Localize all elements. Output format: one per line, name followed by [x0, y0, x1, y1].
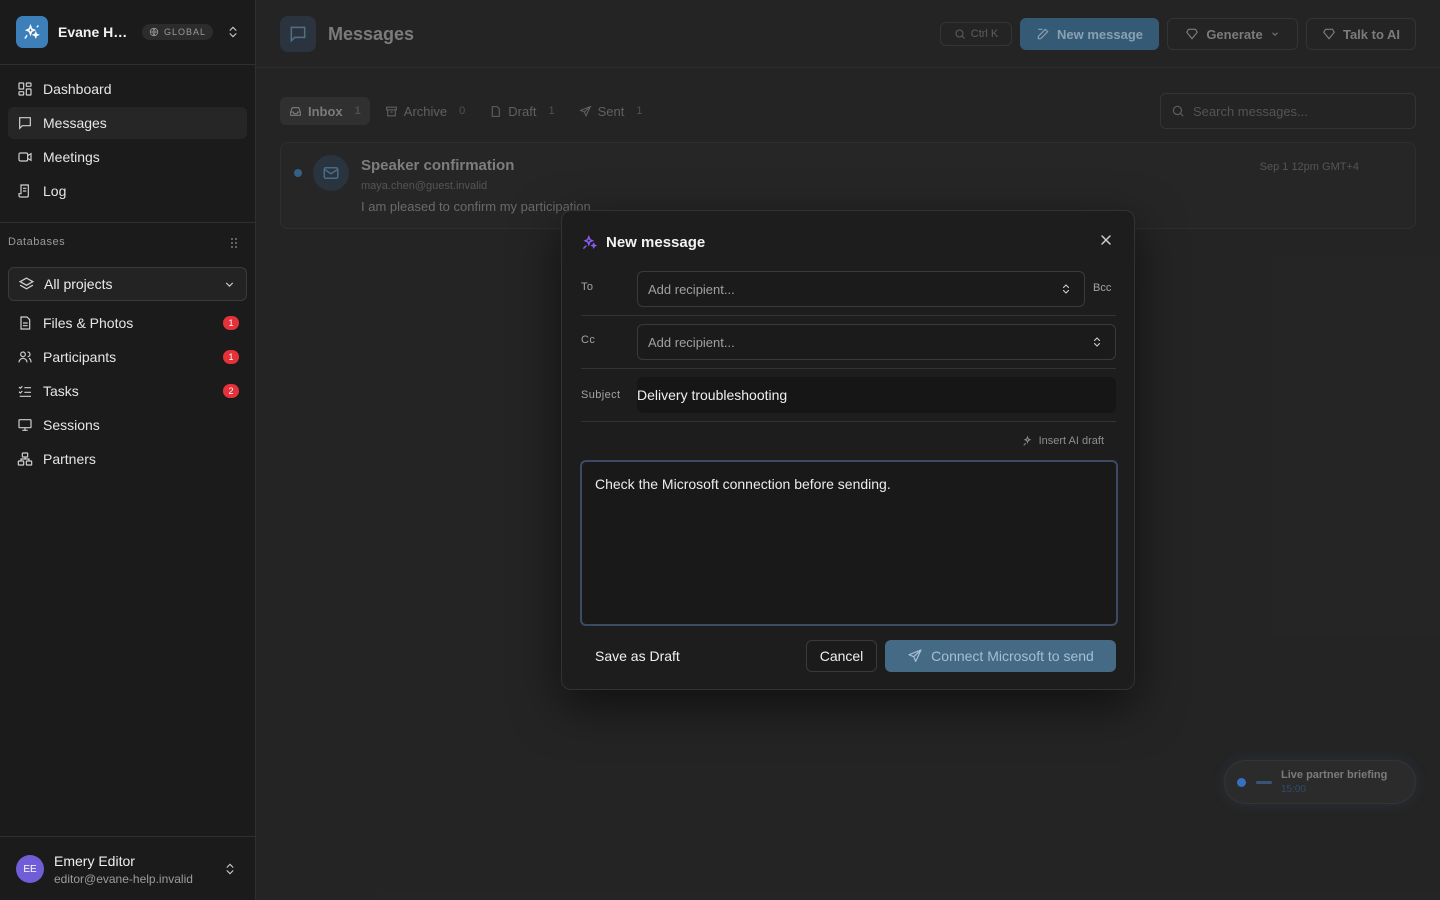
field-divider — [581, 315, 1116, 316]
dialog-title: New message — [606, 234, 706, 251]
db-item-label: Partners — [43, 451, 96, 467]
field-divider — [581, 421, 1116, 422]
cc-placeholder: Add recipient... — [648, 334, 735, 350]
db-item-label: Participants — [43, 349, 117, 365]
cancel-label: Cancel — [819, 648, 864, 664]
nav-log[interactable]: Log — [8, 175, 247, 207]
nav-dashboard-label: Dashboard — [43, 81, 112, 97]
video-icon — [16, 148, 34, 166]
layers-icon — [18, 276, 35, 289]
message-icon — [16, 114, 34, 132]
cancel-button[interactable]: Cancel — [806, 640, 877, 672]
to-label: To — [581, 281, 594, 293]
sidebar-divider — [0, 64, 255, 65]
save-as-draft-button[interactable]: Save as Draft — [581, 640, 694, 672]
chevron-down-icon — [225, 282, 234, 287]
nav-log-label: Log — [43, 183, 67, 199]
workspace-switcher[interactable]: Evane Help Desk GLOBAL — [16, 16, 248, 48]
sparkle-icon — [1023, 435, 1031, 446]
sidebar: Evane Help Desk GLOBAL Dashboard Message… — [0, 0, 256, 900]
subject-input[interactable]: Delivery troubleshooting — [637, 377, 1116, 413]
workspace-name: Evane Help Desk — [58, 24, 134, 40]
sidebar-divider — [0, 222, 255, 223]
count-badge: 1 — [223, 350, 239, 364]
network-icon — [16, 450, 34, 468]
subject-label: Subject — [581, 389, 621, 401]
db-item-participants[interactable]: Participants 1 — [8, 341, 247, 373]
nav-dashboard[interactable]: Dashboard — [8, 73, 247, 105]
tasks-icon — [16, 382, 34, 400]
nav-meetings[interactable]: Meetings — [8, 141, 247, 173]
project-selector-label: All projects — [44, 276, 113, 292]
insert-ai-draft-label: Insert AI draft — [1038, 435, 1104, 447]
sparkle-icon — [583, 234, 598, 249]
nav-messages-label: Messages — [43, 115, 107, 131]
save-as-draft-label: Save as Draft — [595, 648, 680, 664]
user-name: Emery Editor — [54, 853, 135, 869]
db-item-tasks[interactable]: Tasks 2 — [8, 375, 247, 407]
db-item-sessions[interactable]: Sessions — [8, 409, 247, 441]
cc-label: Cc — [581, 334, 596, 346]
cc-recipient-select[interactable]: Add recipient... — [637, 324, 1116, 360]
databases-label: Databases — [8, 236, 66, 248]
field-divider — [581, 368, 1116, 369]
close-icon[interactable] — [1098, 232, 1114, 248]
bcc-toggle[interactable]: Bcc — [1093, 282, 1111, 294]
drag-handle-icon[interactable] — [229, 237, 239, 249]
nav-messages[interactable]: Messages — [8, 107, 247, 139]
connect-microsoft-send-button[interactable]: Connect Microsoft to send — [885, 640, 1116, 672]
chevron-updown-icon[interactable] — [226, 24, 240, 40]
to-recipient-select[interactable]: Add recipient... — [637, 271, 1085, 307]
send-label: Connect Microsoft to send — [931, 648, 1094, 664]
db-item-files[interactable]: Files & Photos 1 — [8, 307, 247, 339]
new-message-dialog: New message To Add recipient... Bcc Cc A… — [561, 210, 1135, 690]
db-item-partners[interactable]: Partners — [8, 443, 247, 475]
db-item-label: Tasks — [43, 383, 79, 399]
user-email: editor@evane-help.invalid — [54, 872, 193, 886]
user-menu[interactable]: EE Emery Editor editor@evane-help.invali… — [0, 836, 255, 900]
file-icon — [16, 314, 34, 332]
chevron-updown-icon — [1093, 337, 1101, 347]
log-icon — [16, 182, 34, 200]
to-placeholder: Add recipient... — [648, 281, 735, 297]
db-item-label: Sessions — [43, 417, 100, 433]
db-item-label: Files & Photos — [43, 315, 134, 331]
dashboard-icon — [16, 80, 34, 98]
workspace-badge-label: GLOBAL — [164, 27, 207, 37]
dialog-header: New message — [581, 234, 705, 251]
users-icon — [16, 348, 34, 366]
workspace-logo-icon — [16, 16, 48, 48]
chevron-updown-icon — [1062, 284, 1070, 294]
workspace-badge: GLOBAL — [142, 24, 214, 40]
project-selector[interactable]: All projects — [8, 267, 247, 301]
count-badge: 2 — [223, 384, 239, 398]
subject-value: Delivery troubleshooting — [637, 387, 788, 403]
insert-ai-draft-button[interactable]: Insert AI draft — [1022, 435, 1104, 447]
message-body-textarea[interactable]: Check the Microsoft connection before se… — [580, 460, 1118, 626]
presentation-icon — [16, 416, 34, 434]
message-body-text: Check the Microsoft connection before se… — [595, 476, 891, 492]
avatar: EE — [16, 855, 44, 883]
count-badge: 1 — [223, 316, 239, 330]
send-icon — [908, 649, 922, 662]
globe-icon — [149, 27, 159, 37]
chevron-updown-icon[interactable] — [223, 861, 237, 877]
nav-meetings-label: Meetings — [43, 149, 100, 165]
